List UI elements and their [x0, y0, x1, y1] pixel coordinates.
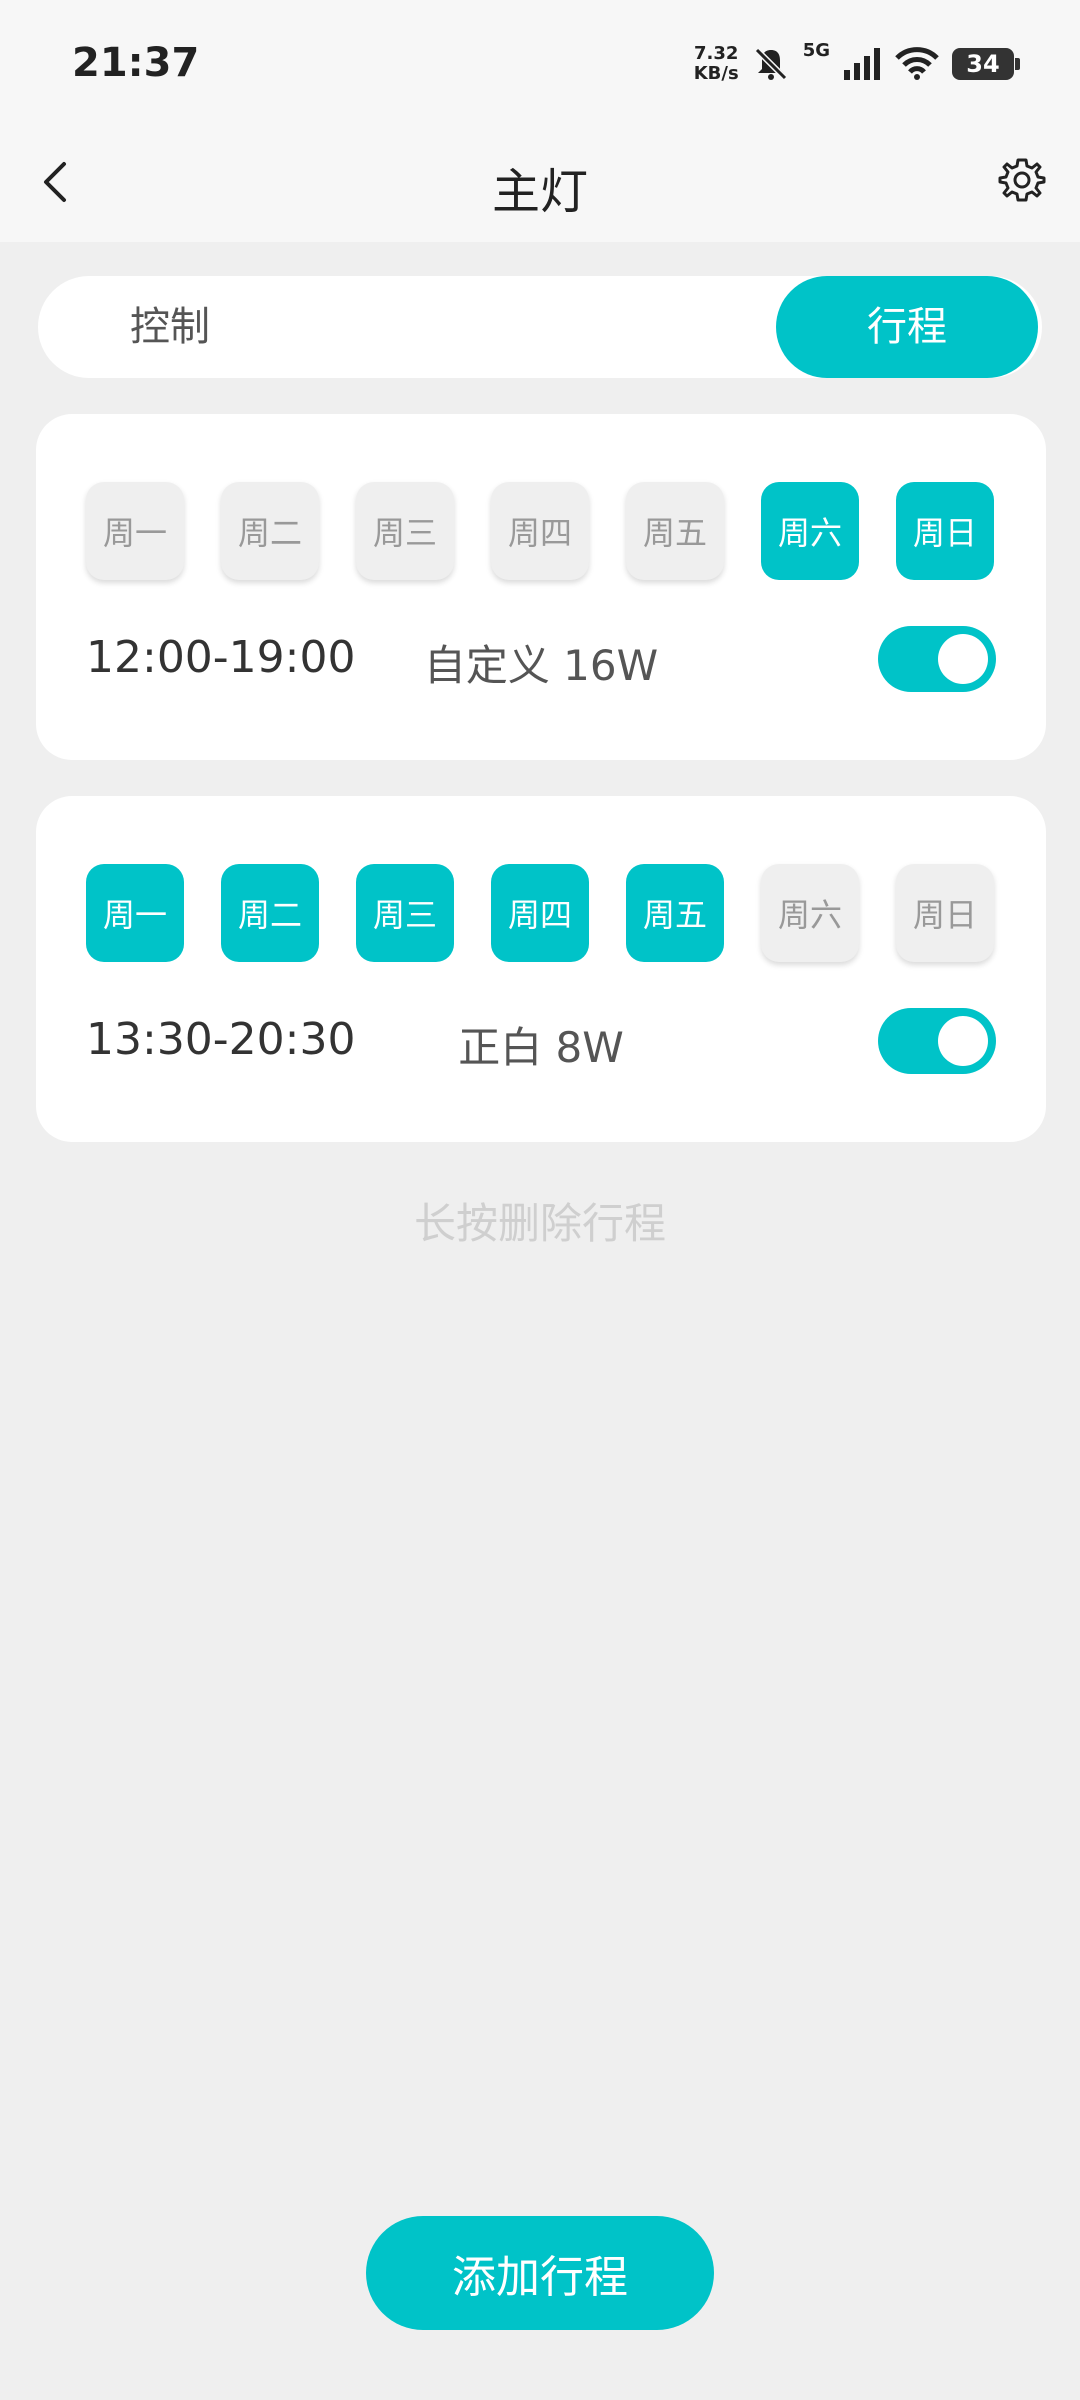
day-chip-tue[interactable]: 周二	[221, 482, 319, 580]
day-chip-sun[interactable]: 周日	[896, 482, 994, 580]
toggle-knob	[938, 634, 988, 684]
battery-icon: 34	[952, 48, 1020, 80]
weekday-selector: 周一 周二 周三 周四 周五 周六 周日	[86, 864, 994, 962]
net-speed-value: 7.32	[693, 43, 739, 64]
tab-control[interactable]: 控制	[130, 276, 210, 378]
settings-button[interactable]	[994, 152, 1050, 208]
schedule-card[interactable]: 周一 周二 周三 周四 周五 周六 周日 12:00-19:00 自定义 16W	[36, 414, 1046, 760]
status-time: 21:37	[72, 40, 200, 86]
day-chip-mon[interactable]: 周一	[86, 864, 184, 962]
day-chip-fri[interactable]: 周五	[626, 864, 724, 962]
signal-icon	[842, 46, 882, 82]
tab-schedule[interactable]: 行程	[776, 276, 1038, 378]
net-speed-unit: KB/s	[693, 63, 739, 84]
add-schedule-button[interactable]: 添加行程	[366, 2216, 714, 2330]
weekday-selector: 周一 周二 周三 周四 周五 周六 周日	[86, 482, 994, 580]
toggle-knob	[938, 1016, 988, 1066]
page-title: 主灯	[491, 164, 588, 220]
network-type: 5G	[802, 40, 830, 61]
schedule-card[interactable]: 周一 周二 周三 周四 周五 周六 周日 13:30-20:30 正白 8W	[36, 796, 1046, 1142]
schedule-toggle[interactable]	[878, 626, 996, 692]
day-chip-tue[interactable]: 周二	[221, 864, 319, 962]
day-chip-sat[interactable]: 周六	[761, 482, 859, 580]
tab-switcher: 控制 行程	[38, 276, 1042, 378]
day-chip-wed[interactable]: 周三	[356, 864, 454, 962]
mute-icon	[751, 44, 791, 84]
day-chip-sat[interactable]: 周六	[761, 864, 859, 962]
day-chip-sun[interactable]: 周日	[896, 864, 994, 962]
day-chip-thu[interactable]: 周四	[491, 482, 589, 580]
net-speed: 7.32 KB/s	[694, 44, 739, 84]
battery-level: 34	[966, 50, 1000, 78]
day-chip-fri[interactable]: 周五	[626, 482, 724, 580]
day-chip-wed[interactable]: 周三	[356, 482, 454, 580]
schedule-toggle[interactable]	[878, 1008, 996, 1074]
long-press-hint: 长按删除行程	[413, 1199, 666, 1248]
gear-icon	[998, 158, 1046, 202]
day-chip-thu[interactable]: 周四	[491, 864, 589, 962]
day-chip-mon[interactable]: 周一	[86, 482, 184, 580]
wifi-icon	[894, 46, 940, 82]
status-icons: 7.32 KB/s 5G 34	[694, 36, 1020, 92]
